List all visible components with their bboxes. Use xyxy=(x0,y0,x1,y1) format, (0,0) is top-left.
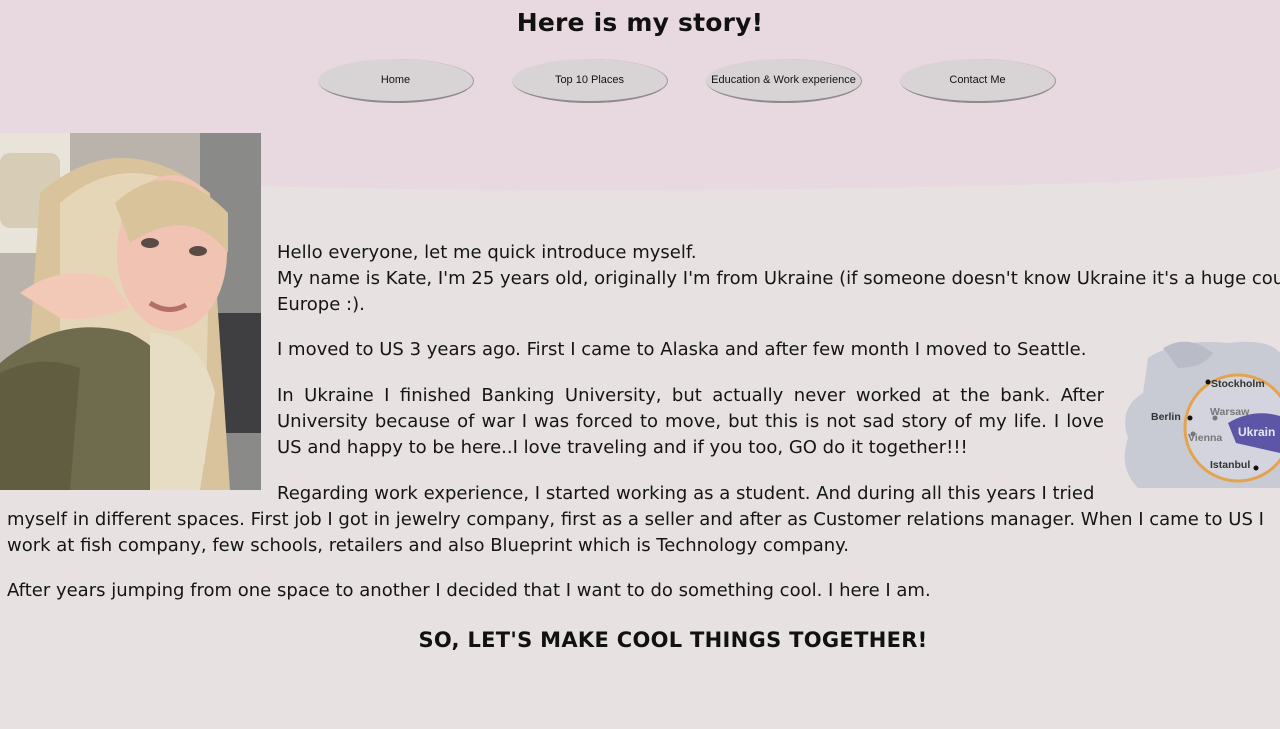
work-line-1: Regarding work experience, I started wor… xyxy=(277,483,1095,504)
ukraine-paragraph: In Ukraine I finished Banking University… xyxy=(277,385,1104,458)
map-label-vienna: Vienna xyxy=(1188,432,1222,444)
europe-map-image: Stockholm Berlin Warsaw Vienna Ukrain Is… xyxy=(1118,338,1280,488)
after-paragraph: After years jumping from one space to an… xyxy=(7,580,931,601)
work-line-3: work at fish company, few schools, retai… xyxy=(7,535,849,556)
map-label-istanbul: Istanbul xyxy=(1210,459,1250,471)
map-label-ukraine: Ukrain xyxy=(1238,425,1275,439)
map-label-berlin: Berlin xyxy=(1151,411,1181,423)
map-label-warsaw: Warsaw xyxy=(1210,406,1250,418)
call-to-action: SO, LET'S MAKE COOL THINGS TOGETHER! xyxy=(418,628,928,652)
intro-line-2: My name is Kate, I'm 25 years old, origi… xyxy=(277,268,1280,289)
work-line-2: myself in different spaces. First job I … xyxy=(7,509,1264,530)
intro-line-3: Europe :). xyxy=(277,294,365,315)
intro-line-1: Hello everyone, let me quick introduce m… xyxy=(277,242,697,263)
story-content: Hello everyone, let me quick introduce m… xyxy=(0,0,1280,729)
moved-paragraph: I moved to US 3 years ago. First I came … xyxy=(277,339,1087,360)
map-label-stockholm: Stockholm xyxy=(1211,378,1265,390)
